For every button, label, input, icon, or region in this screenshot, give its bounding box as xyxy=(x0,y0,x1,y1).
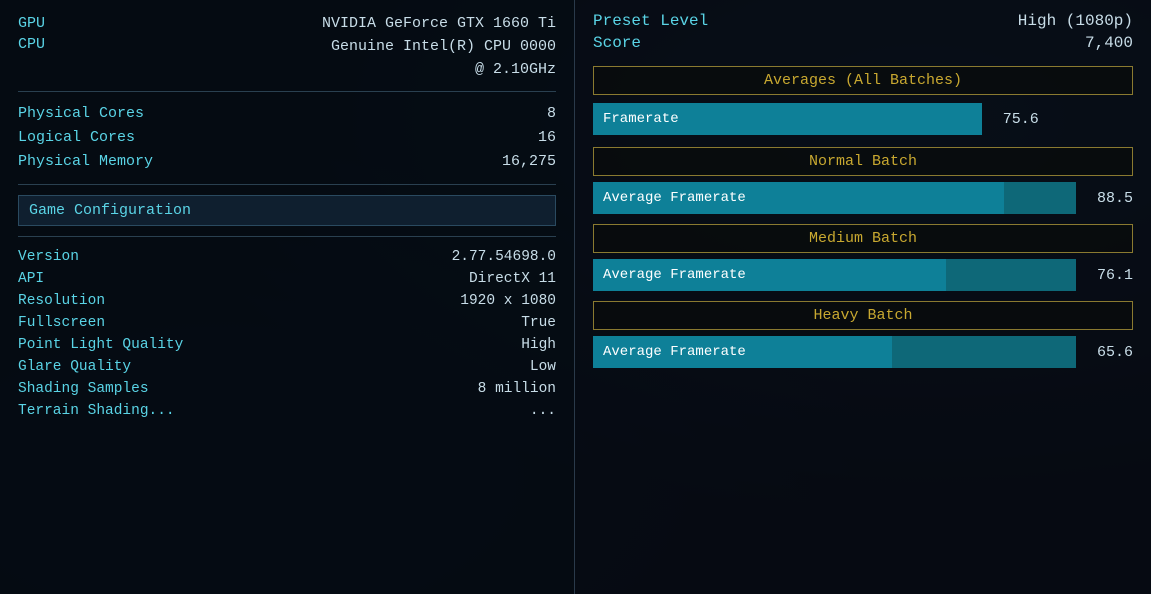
heavy-batch-header: Heavy Batch xyxy=(593,301,1133,330)
normal-batch-section: Normal Batch Average Framerate 88.5 xyxy=(593,147,1133,214)
fullscreen-label: Fullscreen xyxy=(18,315,105,331)
gpu-row: GPU NVIDIA GeForce GTX 1660 Ti xyxy=(18,12,556,36)
main-framerate-label: Framerate xyxy=(603,111,679,127)
api-value: DirectX 11 xyxy=(469,271,556,287)
version-value: 2.77.54698.0 xyxy=(452,249,556,265)
cpu-label: CPU xyxy=(18,36,78,53)
preset-row: Preset Level High (1080p) xyxy=(593,12,1133,30)
fullscreen-value: True xyxy=(521,315,556,331)
version-row: Version 2.77.54698.0 xyxy=(18,247,556,267)
shading-label: Shading Samples xyxy=(18,381,149,397)
logical-cores-row: Logical Cores 16 xyxy=(18,126,556,150)
score-value: 7,400 xyxy=(1085,34,1133,52)
cpu-value-line2: @ 2.10GHz xyxy=(331,59,556,82)
averages-header: Averages (All Batches) xyxy=(593,66,1133,95)
main-framerate-score: 75.6 xyxy=(994,111,1039,128)
medium-batch-section: Medium Batch Average Framerate 76.1 xyxy=(593,224,1133,291)
cpu-row: CPU Genuine Intel(R) CPU 0000 @ 2.10GHz xyxy=(18,36,556,81)
heavy-framerate-score: 65.6 xyxy=(1088,344,1133,361)
physical-cores-label: Physical Cores xyxy=(18,102,144,126)
right-panel: Preset Level High (1080p) Score 7,400 Av… xyxy=(575,0,1151,594)
terrain-value: ... xyxy=(530,403,556,419)
heavy-framerate-row: Average Framerate 65.6 xyxy=(593,336,1133,368)
medium-framerate-row: Average Framerate 76.1 xyxy=(593,259,1133,291)
config-grid: Version 2.77.54698.0 API DirectX 11 Reso… xyxy=(18,247,556,421)
normal-framerate-label: Average Framerate xyxy=(603,190,746,206)
normal-framerate-bar-container: Average Framerate xyxy=(593,182,1076,214)
medium-framerate-score: 76.1 xyxy=(1088,267,1133,284)
resolution-value: 1920 x 1080 xyxy=(460,293,556,309)
preset-label: Preset Level xyxy=(593,12,708,30)
physical-memory-row: Physical Memory 16,275 xyxy=(18,150,556,174)
divider-3 xyxy=(18,236,556,237)
version-label: Version xyxy=(18,249,79,265)
main-framerate-row: Framerate 75.6 xyxy=(593,103,1133,135)
shading-value: 8 million xyxy=(478,381,556,397)
medium-batch-header: Medium Batch xyxy=(593,224,1133,253)
normal-framerate-row: Average Framerate 88.5 xyxy=(593,182,1133,214)
score-row: Score 7,400 xyxy=(593,34,1133,52)
api-label: API xyxy=(18,271,44,287)
heavy-framerate-label: Average Framerate xyxy=(603,344,746,360)
physical-cores-row: Physical Cores 8 xyxy=(18,102,556,126)
cpu-value: Genuine Intel(R) CPU 0000 @ 2.10GHz xyxy=(331,36,556,81)
gpu-value: NVIDIA GeForce GTX 1660 Ti xyxy=(322,12,556,36)
physical-memory-label: Physical Memory xyxy=(18,150,153,174)
medium-framerate-bar-container: Average Framerate xyxy=(593,259,1076,291)
divider-1 xyxy=(18,91,556,92)
preset-value: High (1080p) xyxy=(1018,12,1133,30)
glare-label: Glare Quality xyxy=(18,359,131,375)
normal-batch-header: Normal Batch xyxy=(593,147,1133,176)
divider-2 xyxy=(18,184,556,185)
terrain-row: Terrain Shading... ... xyxy=(18,401,556,421)
glare-row: Glare Quality Low xyxy=(18,357,556,377)
physical-memory-value: 16,275 xyxy=(502,150,556,174)
logical-cores-label: Logical Cores xyxy=(18,126,135,150)
normal-framerate-score: 88.5 xyxy=(1088,190,1133,207)
cpu-value-line1: Genuine Intel(R) CPU 0000 xyxy=(331,36,556,59)
terrain-label: Terrain Shading... xyxy=(18,403,175,419)
fullscreen-row: Fullscreen True xyxy=(18,313,556,333)
logical-cores-value: 16 xyxy=(538,126,556,150)
glare-value: Low xyxy=(530,359,556,375)
main-framerate-bar: Framerate xyxy=(593,103,982,135)
score-label: Score xyxy=(593,34,641,52)
left-panel: GPU NVIDIA GeForce GTX 1660 Ti CPU Genui… xyxy=(0,0,575,594)
api-row: API DirectX 11 xyxy=(18,269,556,289)
point-light-row: Point Light Quality High xyxy=(18,335,556,355)
point-light-value: High xyxy=(521,337,556,353)
heavy-framerate-bar-container: Average Framerate xyxy=(593,336,1076,368)
physical-cores-value: 8 xyxy=(547,102,556,126)
resolution-row: Resolution 1920 x 1080 xyxy=(18,291,556,311)
game-config-header: Game Configuration xyxy=(18,195,556,226)
shading-row: Shading Samples 8 million xyxy=(18,379,556,399)
gpu-label: GPU xyxy=(18,12,78,36)
medium-framerate-label: Average Framerate xyxy=(603,267,746,283)
heavy-batch-section: Heavy Batch Average Framerate 65.6 xyxy=(593,301,1133,368)
point-light-label: Point Light Quality xyxy=(18,337,183,353)
resolution-label: Resolution xyxy=(18,293,105,309)
